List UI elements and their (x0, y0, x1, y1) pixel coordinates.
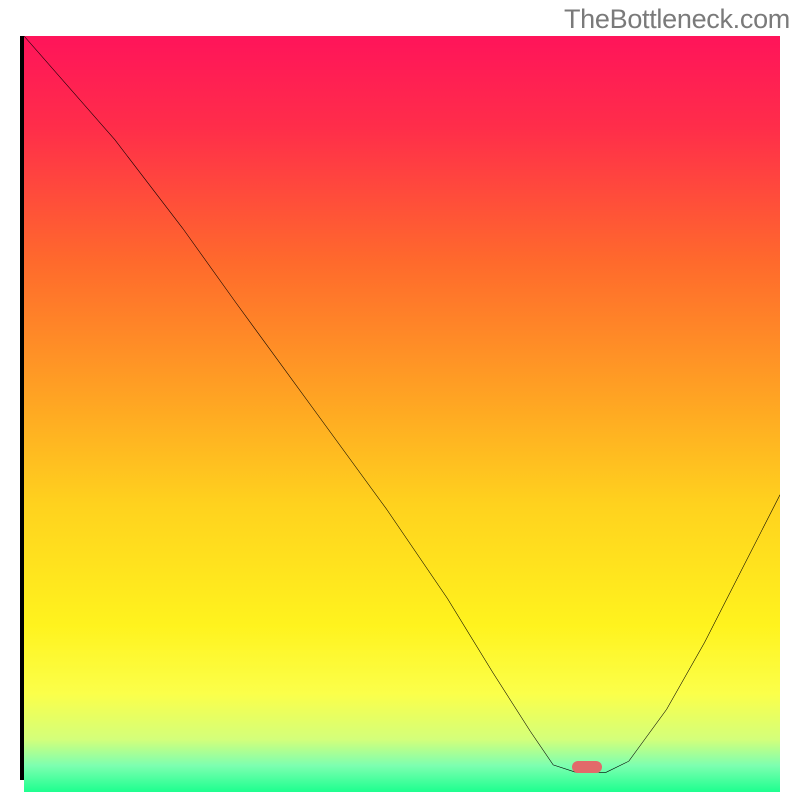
chart-marker (572, 761, 602, 773)
watermark-text: TheBottleneck.com (564, 4, 790, 35)
chart-curve (24, 36, 780, 776)
chart-plot-area (20, 36, 780, 780)
